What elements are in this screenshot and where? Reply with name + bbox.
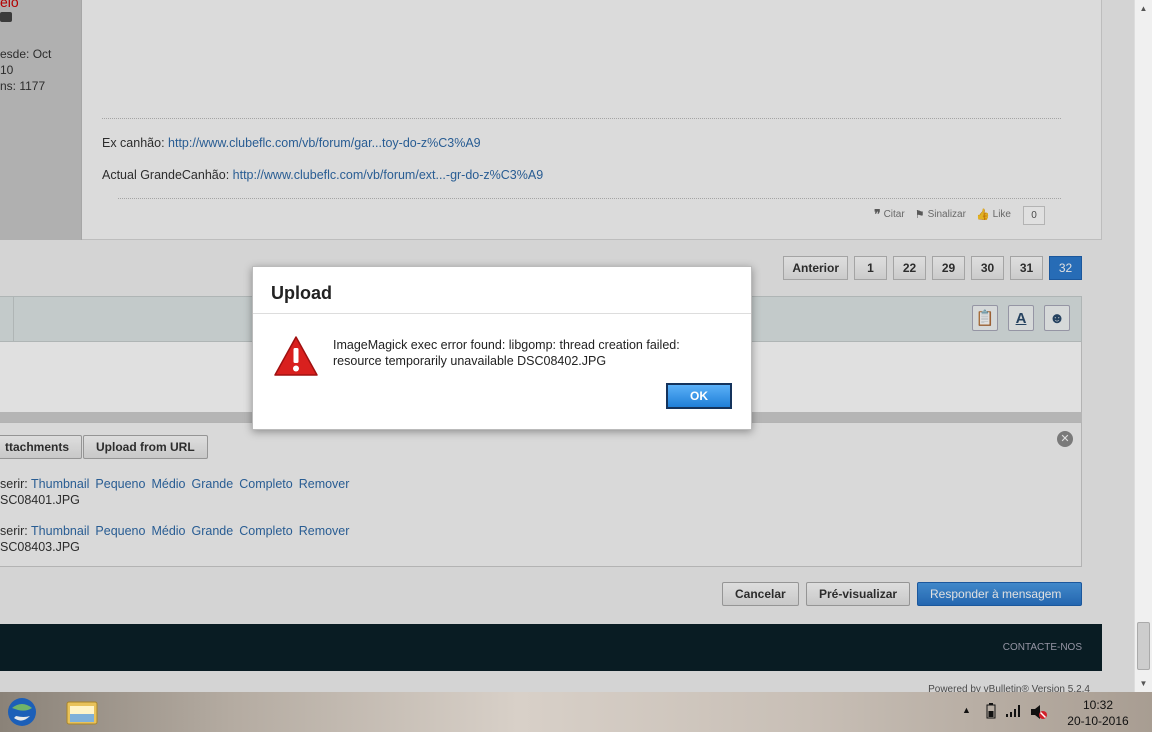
scroll-down-icon[interactable]: ▼	[1135, 675, 1152, 692]
file-explorer-icon[interactable]	[64, 696, 100, 728]
clock-date[interactable]: 20-10-2016	[1058, 714, 1138, 728]
tray-expand-icon[interactable]: ▲	[962, 705, 971, 715]
battery-icon[interactable]	[986, 703, 996, 722]
warning-icon	[274, 336, 318, 376]
google-earth-icon[interactable]	[4, 696, 40, 728]
forum-page: eio esde: Oct 10 ns: 1177 Ex canhão: htt…	[0, 0, 1134, 692]
network-signal-icon[interactable]	[1006, 705, 1022, 720]
clock-time[interactable]: 10:32	[1068, 698, 1128, 712]
dialog-title: Upload	[271, 283, 332, 303]
scroll-up-icon[interactable]: ▲	[1135, 0, 1152, 17]
windows-taskbar: ▲ 10:32 20-10-2016	[0, 692, 1152, 732]
scrollbar-thumb[interactable]	[1137, 622, 1150, 670]
volume-muted-icon[interactable]	[1030, 704, 1048, 723]
upload-error-dialog: Upload ImageMagick exec error found: lib…	[252, 266, 752, 430]
ok-button[interactable]: OK	[666, 383, 732, 409]
page-scrollbar[interactable]: ▲ ▼	[1134, 0, 1152, 692]
dialog-divider	[253, 313, 751, 314]
system-tray: ▲ 10:32 20-10-2016	[952, 692, 1152, 732]
dialog-message: ImageMagick exec error found: libgomp: t…	[333, 338, 680, 368]
